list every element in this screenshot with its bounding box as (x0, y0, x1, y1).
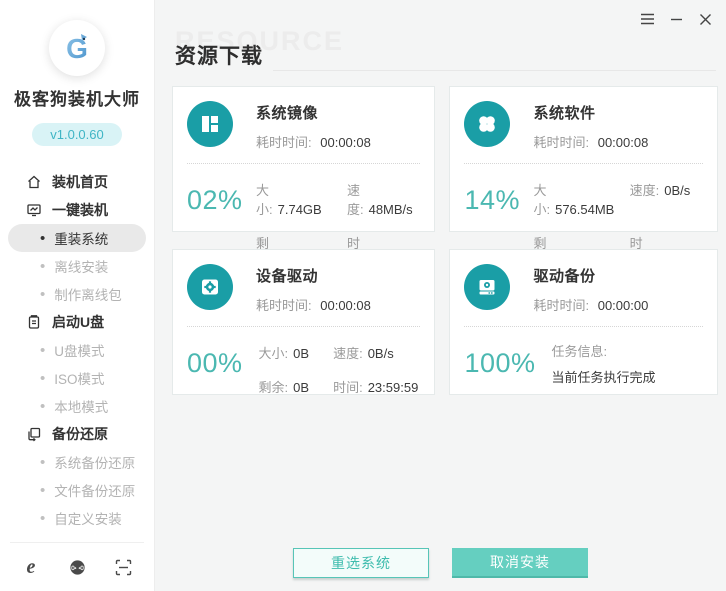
footer-actions: 重选系统 取消安装 (155, 548, 726, 578)
bullet-icon: • (40, 455, 45, 470)
sidebar-item-file-backup-restore[interactable]: • 文件备份还原 (0, 476, 154, 504)
bullet-icon: • (40, 399, 45, 414)
sidebar-item-label: 备份还原 (52, 424, 108, 444)
windows-panes-icon (187, 101, 233, 147)
card-title: 系统镜像 (256, 102, 371, 123)
stat-remaining: 剩余:0B (259, 377, 310, 396)
sidebar-item-label: 一键装机 (52, 200, 108, 220)
bullet-icon: • (40, 483, 45, 498)
task-info-label: 任务信息: (552, 341, 656, 360)
ie-browser-icon[interactable]: e (21, 557, 41, 577)
progress-percent: 100% (464, 348, 535, 386)
monitor-chart-icon (26, 202, 42, 218)
card-divider (464, 326, 703, 327)
stat-speed: 速度:0B/s (333, 343, 418, 362)
sidebar-item-label: 离线安装 (54, 256, 108, 276)
task-status: 当前任务执行完成 (552, 367, 656, 386)
stat-size: 大小:7.74GB (256, 180, 323, 218)
sidebar-item-home[interactable]: 装机首页 (0, 168, 154, 196)
sidebar-item-label: 自定义安装 (54, 508, 122, 528)
download-cards: 系统镜像 耗时时间: 00:00:08 02% 大小:7.74GB 速度:48M… (172, 86, 717, 395)
elapsed-value: 00:00:00 (598, 298, 649, 313)
sidebar-item-iso-mode[interactable]: • ISO模式 (0, 364, 154, 392)
device-gear-icon (187, 264, 233, 310)
page-title: 资源下载 (175, 40, 263, 70)
app-name: 极客狗装机大师 (0, 85, 154, 110)
home-icon (26, 174, 42, 190)
sidebar-item-one-key-install[interactable]: 一键装机 (0, 196, 154, 224)
stat-size: 大小:0B (259, 343, 310, 362)
sidebar-item-backup-restore[interactable]: 备份还原 (0, 420, 154, 448)
elapsed-label: 耗时时间: (533, 298, 589, 313)
sidebar-item-label: ISO模式 (54, 368, 104, 388)
card-divider (464, 163, 703, 164)
card-title: 系统软件 (533, 102, 648, 123)
app-logo: G (49, 20, 105, 76)
sidebar-item-custom-install[interactable]: • 自定义安装 (0, 504, 154, 532)
elapsed-value: 00:00:08 (320, 135, 371, 150)
sidebar-item-reinstall-system[interactable]: • 重装系统 (8, 224, 146, 252)
customer-service-icon[interactable] (67, 557, 87, 577)
sidebar-item-label: 重装系统 (54, 228, 108, 248)
usb-disk-icon (26, 314, 42, 330)
sidebar-item-label: U盘模式 (54, 340, 104, 360)
scan-icon[interactable] (113, 557, 133, 577)
drive-backup-icon (464, 264, 510, 310)
reselect-system-button[interactable]: 重选系统 (293, 548, 429, 578)
sidebar-item-local-mode[interactable]: • 本地模式 (0, 392, 154, 420)
stat-size: 大小:576.54MB (533, 180, 615, 218)
page-header: RESOURCE 资源下载 (175, 26, 716, 74)
stat-speed: 速度:48MB/s (347, 180, 421, 218)
cancel-install-button[interactable]: 取消安装 (452, 548, 588, 578)
bullet-icon: • (40, 343, 45, 358)
sidebar-item-label: 本地模式 (54, 396, 108, 416)
sidebar-item-offline-install[interactable]: • 离线安装 (0, 252, 154, 280)
bullet-icon: • (40, 287, 45, 302)
elapsed-value: 00:00:08 (598, 135, 649, 150)
card-divider (187, 163, 420, 164)
sidebar-item-label: 启动U盘 (52, 312, 104, 332)
bullet-icon: • (40, 231, 45, 246)
elapsed-label: 耗时时间: (256, 135, 312, 150)
bullet-icon: • (40, 371, 45, 386)
card-system-image: 系统镜像 耗时时间: 00:00:08 02% 大小:7.74GB 速度:48M… (172, 86, 435, 232)
title-underline (273, 70, 716, 71)
elapsed-value: 00:00:08 (320, 298, 371, 313)
progress-percent: 00% (187, 348, 243, 396)
sidebar-footer: e (0, 551, 154, 583)
stat-speed: 速度:0B/s (630, 180, 704, 218)
main-content: RESOURCE 资源下载 系统镜像 耗时时间: 00:00:08 (155, 0, 726, 591)
card-title: 设备驱动 (256, 265, 371, 286)
bullet-icon: • (40, 259, 45, 274)
apps-clover-icon (464, 101, 510, 147)
bullet-icon: • (40, 511, 45, 526)
backup-restore-icon (26, 426, 42, 442)
sidebar-item-label: 装机首页 (52, 172, 108, 192)
sidebar-item-usb-mode[interactable]: • U盘模式 (0, 336, 154, 364)
card-title: 驱动备份 (533, 265, 648, 286)
sidebar: G 极客狗装机大师 v1.0.0.60 装机首页 (0, 0, 155, 591)
sidebar-item-label: 系统备份还原 (54, 452, 135, 472)
sidebar-menu: 装机首页 一键装机 • 重装系统 • 离线安装 • 制作离线包 (0, 168, 154, 532)
card-driver-backup: 驱动备份 耗时时间: 00:00:00 100% 任务信息: 当前任务执行完成 (449, 249, 718, 395)
sidebar-item-label: 文件备份还原 (54, 480, 135, 500)
sidebar-item-boot-usb[interactable]: 启动U盘 (0, 308, 154, 336)
sidebar-item-make-offline-pack[interactable]: • 制作离线包 (0, 280, 154, 308)
card-system-software: 系统软件 耗时时间: 00:00:08 14% 大小:576.54MB 速度:0… (449, 86, 718, 232)
dog-logo-icon: G (57, 28, 97, 68)
elapsed-label: 耗时时间: (256, 298, 312, 313)
sidebar-footer-divider (10, 542, 144, 543)
version-badge: v1.0.0.60 (32, 123, 122, 146)
card-divider (187, 326, 420, 327)
card-device-driver: 设备驱动 耗时时间: 00:00:08 00% 大小:0B 速度:0B/s 剩余… (172, 249, 435, 395)
sidebar-item-system-backup-restore[interactable]: • 系统备份还原 (0, 448, 154, 476)
sidebar-item-label: 制作离线包 (54, 284, 122, 304)
elapsed-label: 耗时时间: (533, 135, 589, 150)
stat-time: 时间:23:59:59 (333, 377, 418, 396)
